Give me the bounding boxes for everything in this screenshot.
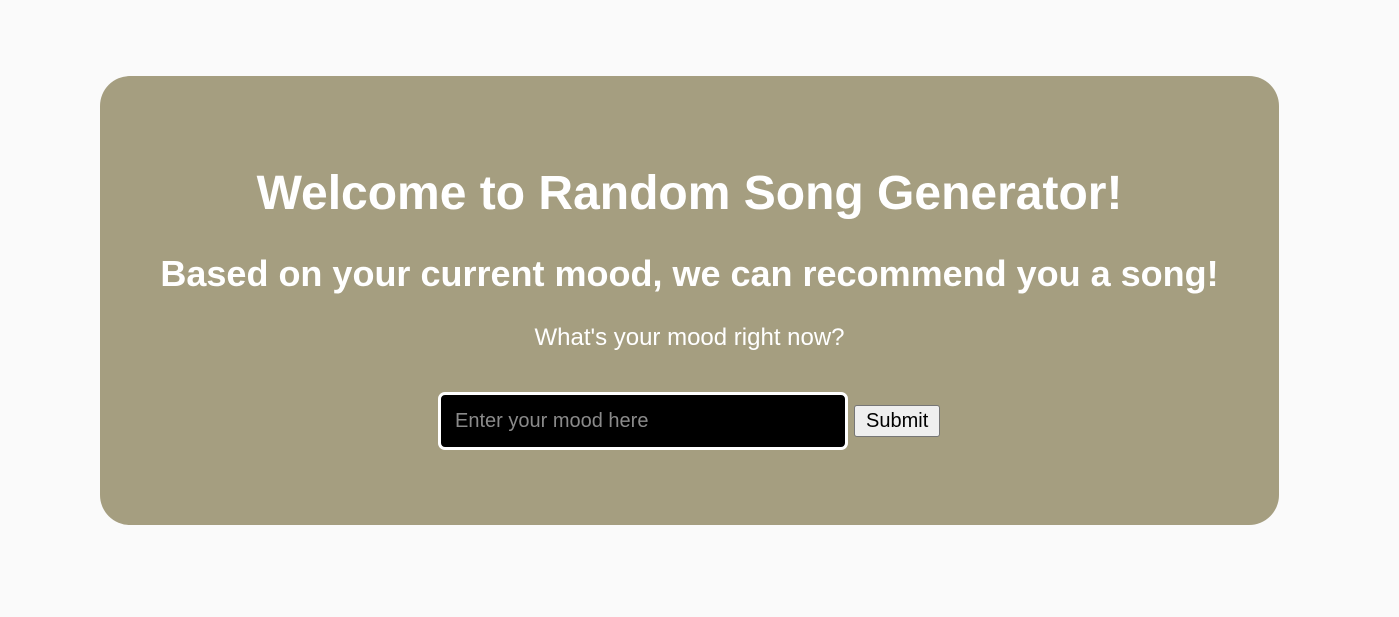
mood-prompt: What's your mood right now? bbox=[534, 324, 845, 351]
submit-button[interactable]: Submit bbox=[854, 405, 941, 437]
page-title: Welcome to Random Song Generator! bbox=[256, 167, 1123, 220]
page-subtitle: Based on your current mood, we can recom… bbox=[160, 253, 1219, 294]
mood-form: Submit bbox=[438, 391, 941, 451]
welcome-card: Welcome to Random Song Generator! Based … bbox=[100, 76, 1279, 525]
mood-input[interactable] bbox=[438, 392, 848, 450]
